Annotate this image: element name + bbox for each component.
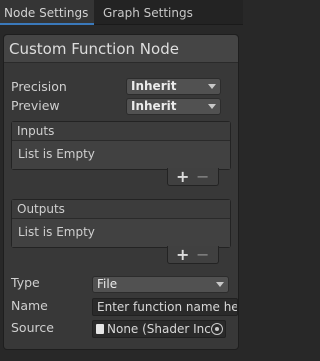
outputs-remove-button[interactable]: −: [196, 245, 209, 264]
tab-bar: Node Settings Graph Settings: [0, 0, 243, 25]
precision-value: Inherit: [131, 79, 177, 93]
custom-function-node-panel: Custom Function Node Precision Inherit P…: [3, 34, 239, 350]
chevron-down-icon: [208, 104, 216, 109]
preview-value: Inherit: [131, 99, 177, 113]
chevron-down-icon: [216, 282, 224, 287]
inputs-footer: + −: [167, 167, 219, 186]
source-value: None (Shader Inc: [107, 322, 211, 336]
preview-label: Preview: [11, 98, 60, 113]
type-dropdown[interactable]: File: [92, 276, 229, 293]
panel-title: Custom Function Node: [4, 35, 238, 63]
type-label: Type: [11, 275, 40, 290]
object-picker-icon[interactable]: [211, 323, 223, 335]
source-label: Source: [11, 320, 54, 335]
tab-graph-settings[interactable]: Graph Settings: [95, 0, 205, 25]
preview-dropdown[interactable]: Inherit: [126, 98, 221, 115]
name-label: Name: [11, 298, 48, 313]
outputs-empty-text: List is Empty: [12, 219, 230, 247]
tab-node-settings[interactable]: Node Settings: [0, 0, 94, 25]
precision-label: Precision: [11, 79, 67, 94]
type-value: File: [97, 277, 118, 291]
source-object-field[interactable]: None (Shader Inc: [92, 320, 226, 338]
file-icon: [96, 324, 104, 334]
function-name-placeholder: Enter function name here...: [97, 300, 238, 314]
inputs-remove-button[interactable]: −: [196, 167, 209, 186]
chevron-down-icon: [208, 84, 216, 89]
inputs-empty-text: List is Empty: [12, 141, 230, 169]
precision-dropdown[interactable]: Inherit: [126, 78, 221, 95]
outputs-add-button[interactable]: +: [176, 245, 189, 264]
inputs-header: Inputs: [12, 122, 230, 141]
outputs-list: Outputs List is Empty: [11, 199, 231, 248]
function-name-input[interactable]: Enter function name here...: [92, 298, 238, 316]
outputs-header: Outputs: [12, 200, 230, 219]
inputs-list: Inputs List is Empty: [11, 121, 231, 170]
outputs-footer: + −: [167, 245, 219, 264]
inputs-add-button[interactable]: +: [176, 167, 189, 186]
